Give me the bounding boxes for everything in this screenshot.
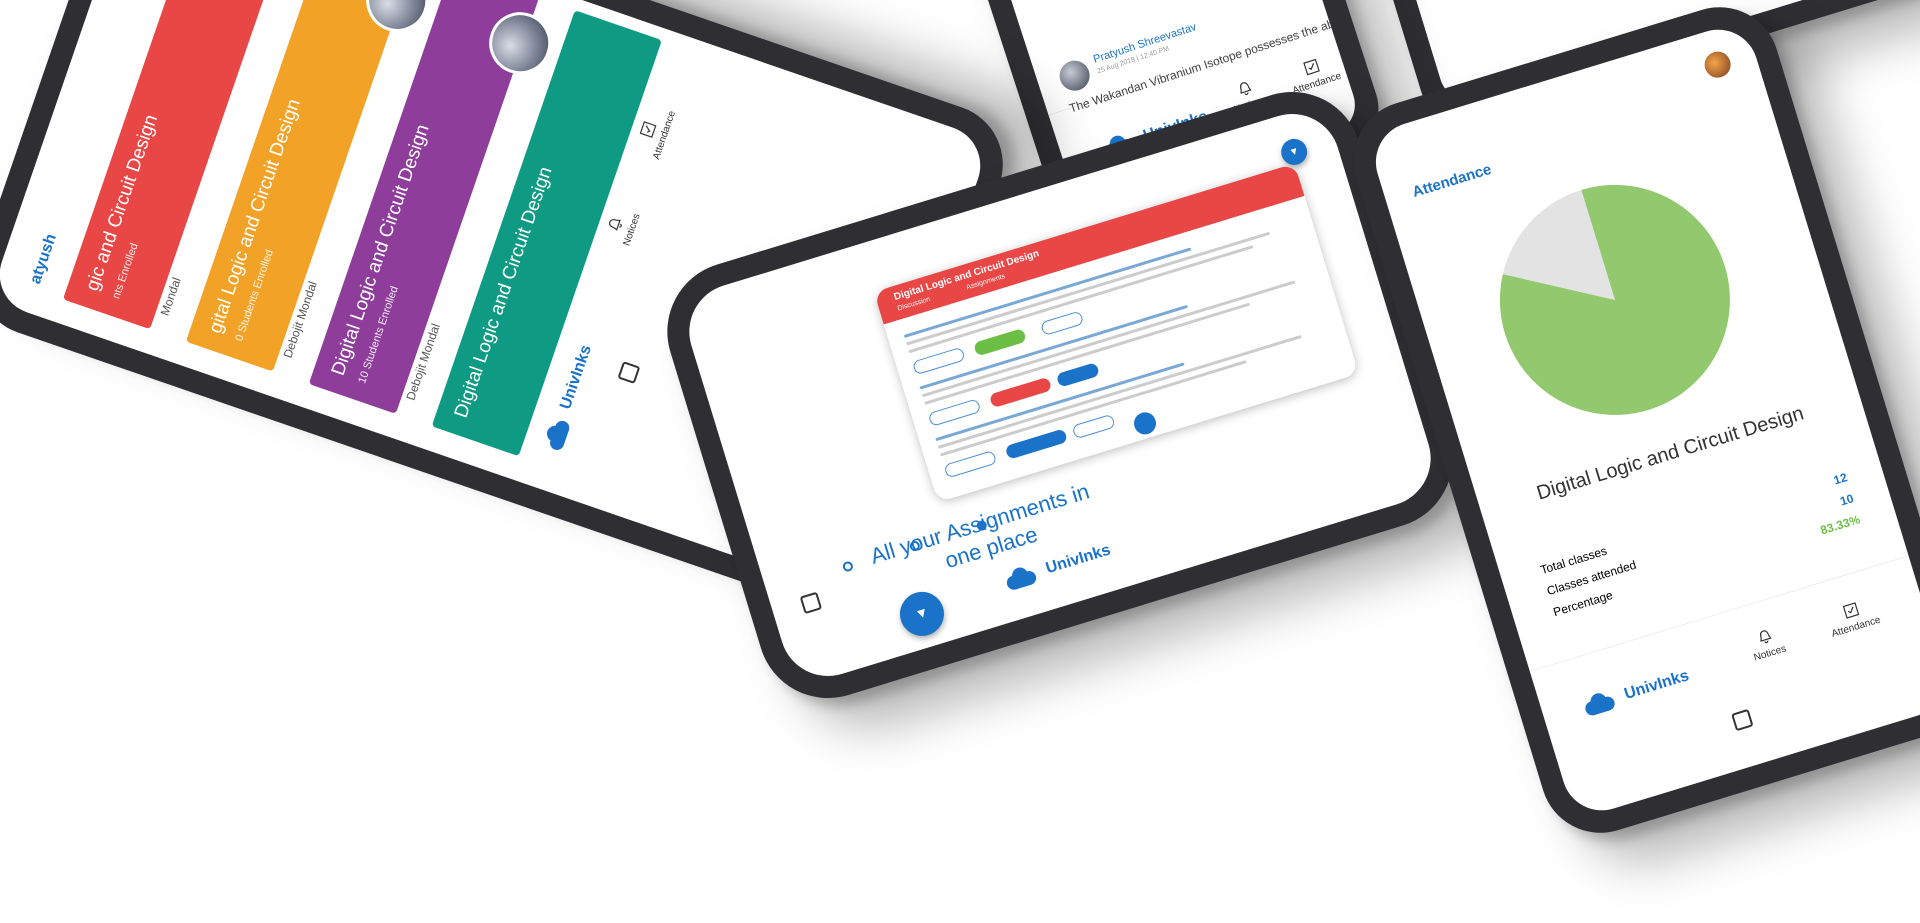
checkbox-icon — [1842, 602, 1860, 619]
attendance-title: Attendance — [1410, 160, 1494, 201]
assignment-preview: Digital Logic and Circuit Design Discuss… — [873, 163, 1359, 503]
avatar — [1055, 56, 1094, 95]
pie-slice-attended — [1499, 184, 1730, 415]
page-dot[interactable] — [841, 560, 855, 573]
attendance-screen: Attendance Digital Logic and Circuit Des… — [1365, 19, 1920, 821]
play-icon — [916, 608, 925, 618]
onboarding-headline: All your Assignments in one place — [867, 478, 1100, 594]
nav-attendance-label: Attendance — [1830, 614, 1882, 640]
brand-name: UnivInks — [1622, 667, 1692, 703]
mockup-stage: Pratyush Shreevastav 25 Aug 2018 | 12:40… — [0, 0, 1920, 923]
preview-pill — [1055, 362, 1101, 388]
cloud-logo-icon — [1001, 562, 1040, 593]
home-button[interactable] — [1731, 708, 1754, 732]
bell-icon — [1760, 630, 1772, 644]
bell-icon — [609, 219, 622, 231]
header-user-name: atyush — [27, 231, 60, 287]
nav-notices-label: Notices — [1752, 643, 1788, 664]
brand-name: UnivInks — [557, 342, 595, 412]
nav-attendance[interactable]: Attendance — [1815, 593, 1891, 643]
checkbox-icon — [1303, 58, 1320, 76]
cloud-logo-icon — [1580, 688, 1619, 719]
preview-text-line — [924, 302, 1251, 405]
nav-notices[interactable]: Notices — [1729, 619, 1805, 669]
nav-notices-label: Notices — [621, 212, 643, 248]
preview-pill — [911, 346, 966, 376]
preview-text-line — [921, 280, 1296, 398]
preview-pill — [927, 398, 982, 427]
preview-pill — [1039, 310, 1085, 337]
bell-icon — [1240, 82, 1252, 96]
next-button[interactable] — [894, 586, 950, 642]
brand-name: UnivInks — [1043, 541, 1113, 578]
preview-fab — [1131, 409, 1159, 438]
preview-pill — [943, 449, 998, 479]
home-button[interactable] — [799, 591, 823, 615]
checkbox-icon — [639, 121, 657, 138]
preview-pill — [1071, 413, 1116, 440]
brand-logo: UnivInks — [1580, 665, 1692, 718]
preview-pill — [973, 327, 1027, 357]
profile-avatar[interactable] — [1701, 48, 1734, 81]
preview-text-line — [937, 334, 1302, 449]
attendance-pie-chart — [1499, 184, 1730, 415]
nav-attendance-label: Attendance — [651, 109, 679, 161]
home-button[interactable] — [617, 361, 641, 384]
cloud-logo-icon — [541, 415, 573, 454]
triangle-icon — [1290, 148, 1297, 155]
attendance-stats: Total classes 12 Classes attended 10 Per… — [1539, 470, 1864, 627]
